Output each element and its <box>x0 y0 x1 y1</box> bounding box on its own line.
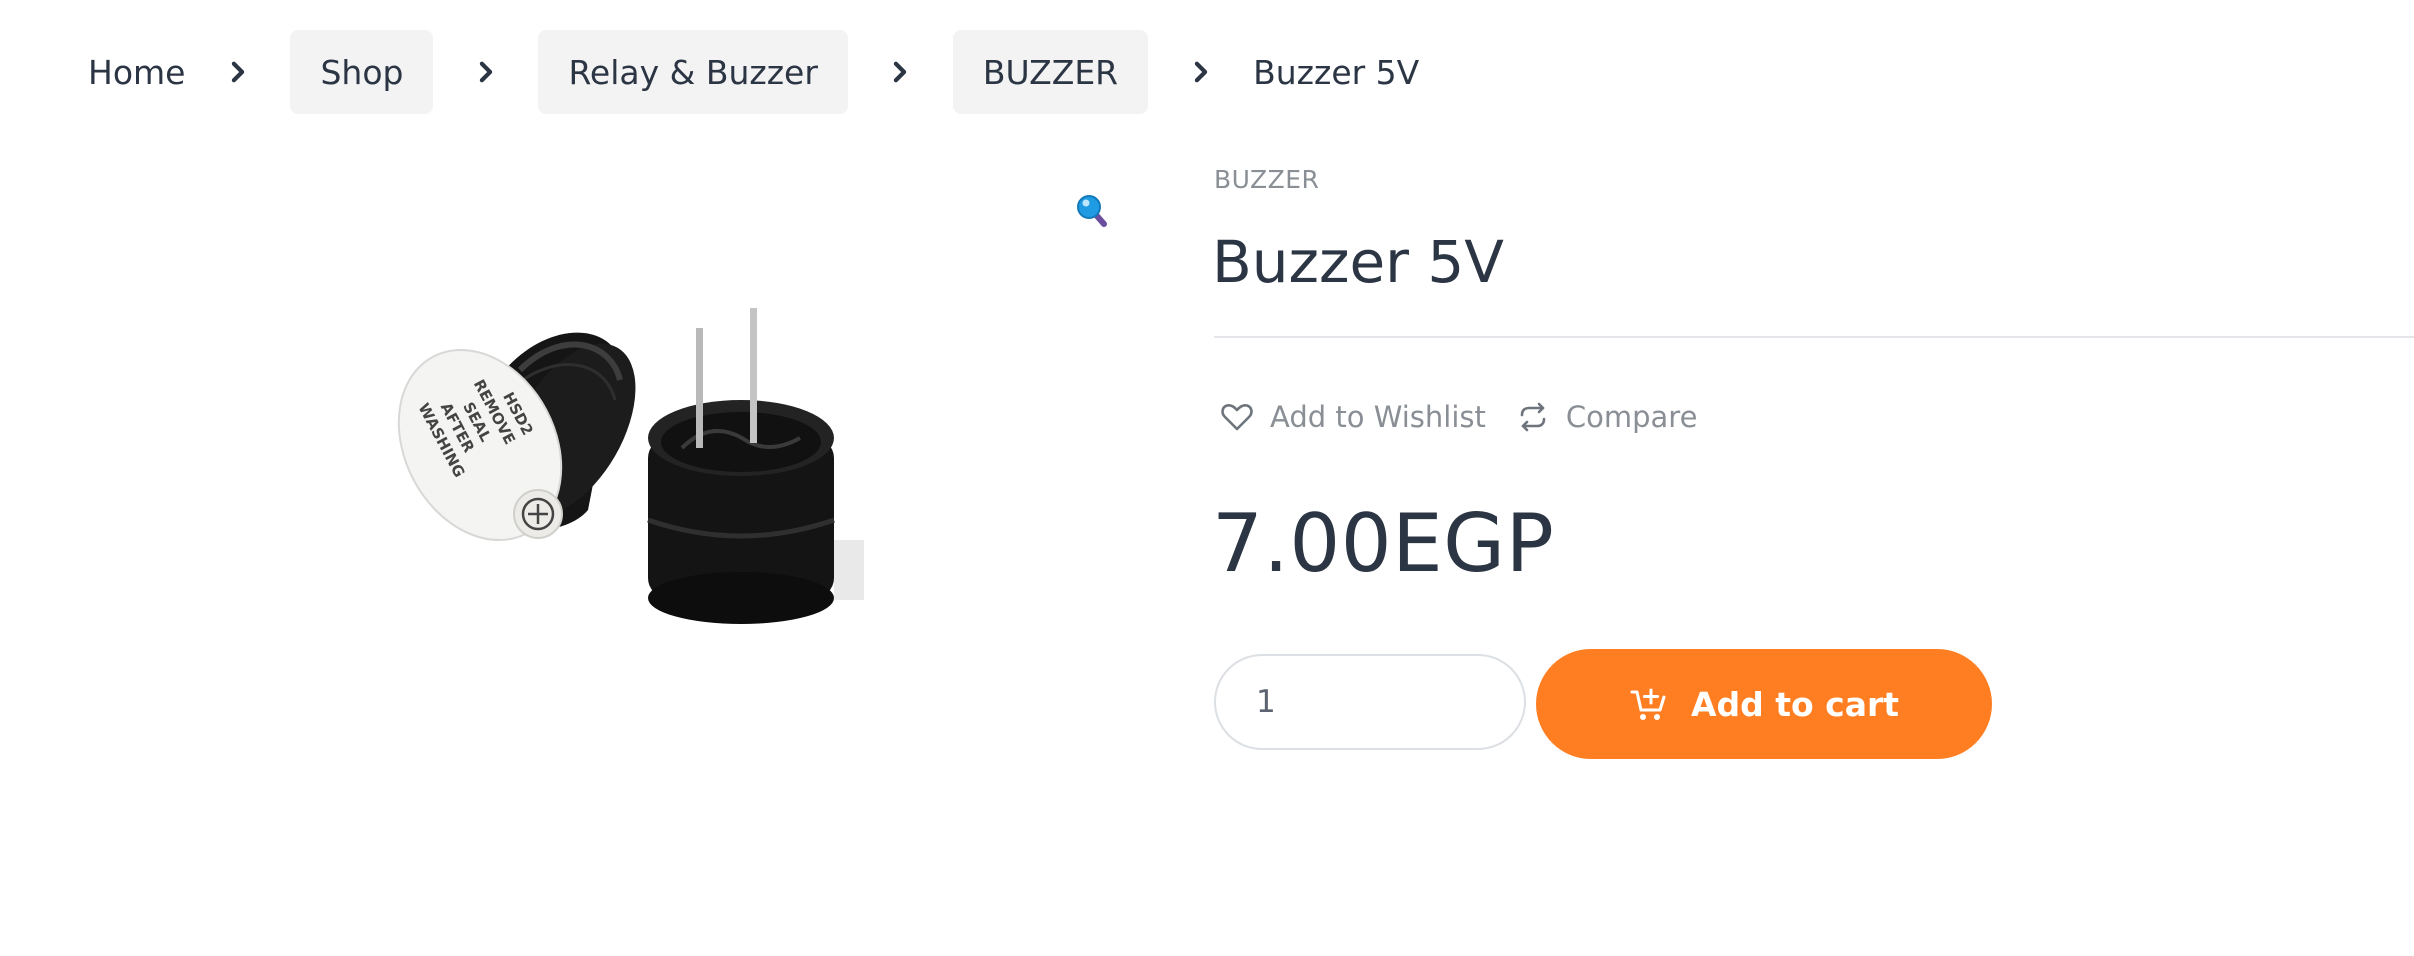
product-price: 7.00EGP <box>1212 497 1555 590</box>
product-category-link[interactable]: BUZZER <box>1214 165 1319 194</box>
breadcrumb-relay-buzzer[interactable]: Relay & Buzzer <box>538 30 848 114</box>
chevron-right-icon <box>433 30 538 114</box>
breadcrumb-shop[interactable]: Shop <box>290 30 434 114</box>
quantity-input[interactable] <box>1214 654 1526 750</box>
heart-icon <box>1221 403 1253 431</box>
breadcrumb: Home Shop Relay & Buzzer BUZZER Buzzer 5… <box>88 30 1419 114</box>
add-to-cart-label: Add to cart <box>1690 684 1900 724</box>
product-title: Buzzer 5V <box>1212 228 1504 296</box>
divider <box>1214 336 2414 338</box>
chevron-right-icon <box>848 30 953 114</box>
product-image[interactable]: REMOVE SEAL AFTER WASHING HSD2 <box>370 270 880 650</box>
add-to-wishlist-button[interactable]: Add to Wishlist <box>1220 400 1486 434</box>
compare-icon <box>1520 402 1546 432</box>
compare-button[interactable]: Compare <box>1516 400 1698 434</box>
chevron-right-icon <box>1148 30 1253 114</box>
breadcrumb-current: Buzzer 5V <box>1253 52 1420 92</box>
cart-add-icon <box>1630 688 1666 720</box>
compare-label: Compare <box>1565 400 1698 434</box>
add-to-cart-button[interactable]: Add to cart <box>1536 649 1992 759</box>
product-page: Home Shop Relay & Buzzer BUZZER Buzzer 5… <box>0 0 2414 956</box>
wishlist-label: Add to Wishlist <box>1270 400 1486 434</box>
buzzer-right <box>647 308 864 624</box>
buzzer-left: REMOVE SEAL AFTER WASHING HSD2 <box>397 332 636 542</box>
chevron-right-icon <box>185 30 290 114</box>
product-actions: Add to Wishlist Compare <box>1220 400 1697 434</box>
breadcrumb-home[interactable]: Home <box>88 30 185 114</box>
zoom-icon[interactable] <box>1074 192 1116 234</box>
breadcrumb-buzzer[interactable]: BUZZER <box>952 30 1149 114</box>
